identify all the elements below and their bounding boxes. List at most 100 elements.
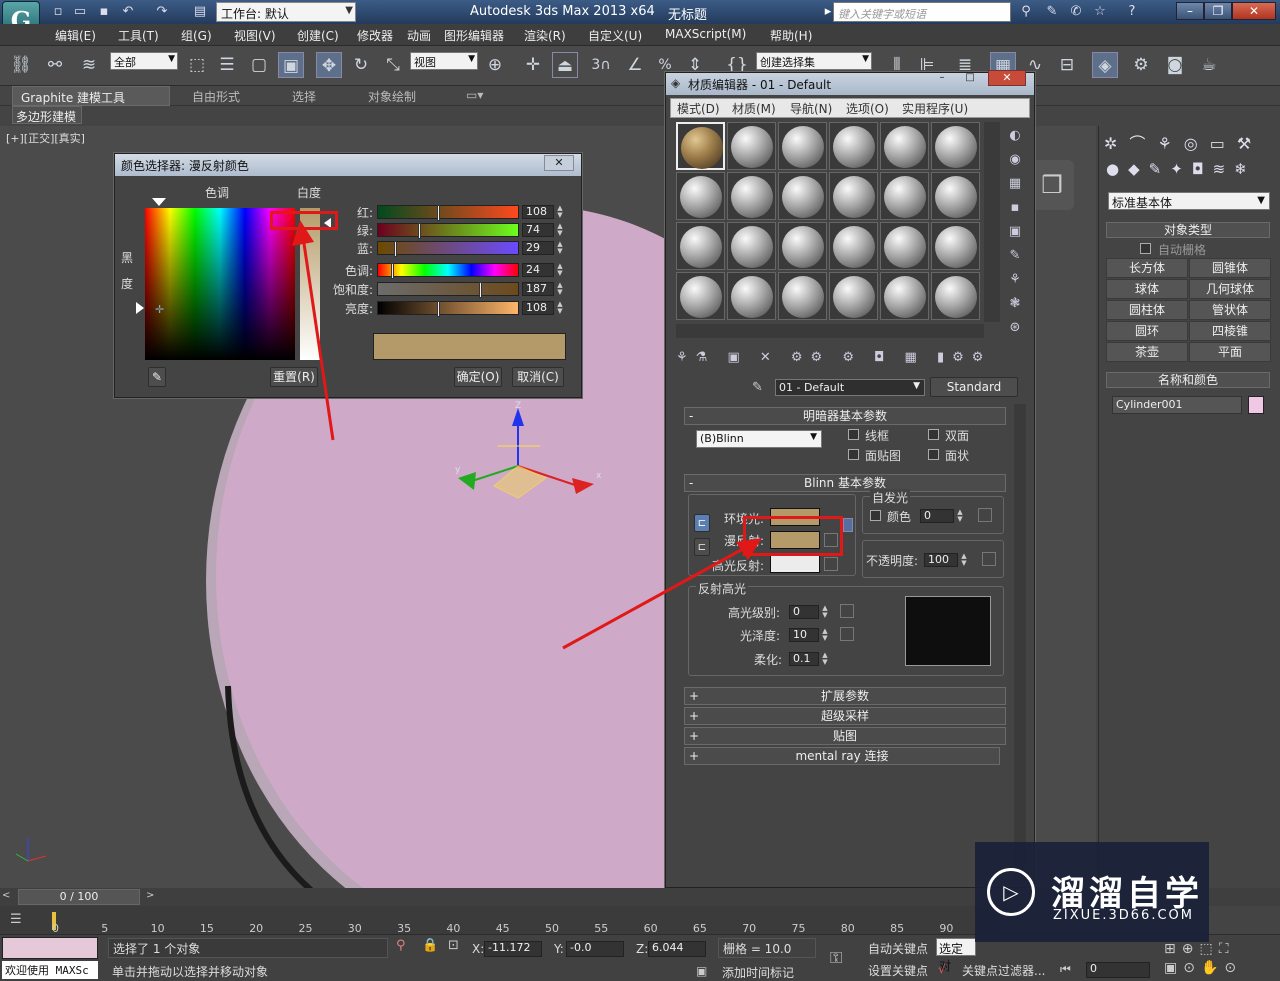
rectangular-selection-icon[interactable]: ▢ [246,52,272,78]
material-sample-slot[interactable] [829,172,878,220]
tab-freeform[interactable]: 自由形式 [184,86,248,106]
soften-spinner[interactable]: 0.1 [789,652,819,666]
material-sample-slot[interactable] [727,122,776,170]
menu-help[interactable]: 帮助(H) [770,27,812,44]
material-sample-slot[interactable] [829,222,878,270]
menu-graph-editors[interactable]: 图形编辑器 [444,27,504,44]
polygon-modeling-panel[interactable]: 多边形建模 [12,106,82,124]
material-editor-maximize[interactable]: □ [958,72,982,86]
material-sample-slot[interactable] [931,172,980,220]
object-color-swatch[interactable] [1248,396,1264,414]
angle-snap-icon[interactable]: ∠ [622,52,648,78]
channel-spin-arrows-hue[interactable]: ▲ ▼ [555,263,565,277]
extended-params-rollout[interactable]: + 扩展参数 [684,687,1006,705]
binoculars-icon[interactable]: ⚲ [1018,4,1034,20]
specular-level-spinner[interactable]: 0 [789,605,819,619]
open-file-icon[interactable]: ▭ [72,4,88,20]
material-sample-slot[interactable] [676,272,725,320]
current-frame-spinner[interactable]: 0 [1086,962,1150,978]
window-crossing-icon[interactable]: ▣ [278,52,304,78]
supersampling-rollout[interactable]: + 超级采样 [684,707,1006,725]
hue-blackness-field[interactable] [145,208,295,360]
channel-spinner-hue[interactable]: 24 [522,263,554,277]
select-move-icon[interactable]: ✥ [316,52,342,78]
material-sample-slot[interactable] [880,122,929,170]
material-name-dropdown[interactable]: 01 - Default ▼ [775,379,925,396]
keyboard-shortcut-override-icon[interactable]: ⏏ [552,52,578,78]
rendered-frame-window-icon[interactable]: ◙ [1162,52,1188,78]
wire-checkbox[interactable] [848,429,859,440]
material-sample-slot[interactable] [676,122,725,170]
self-illum-spin-arrows[interactable]: ▲ ▼ [955,509,965,523]
eyedropper-icon[interactable]: ✎ [148,367,166,387]
z-coord-spinner[interactable]: 6.044 [648,941,706,957]
select-scale-icon[interactable]: ⤡ [380,52,406,78]
workspace-dropdown[interactable]: 工作台: 默认 ▼ [216,2,356,22]
channel-spinner-green[interactable]: 74 [522,223,554,237]
lock-diffuse-specular-icon[interactable]: ⊏ [694,538,710,556]
box-button[interactable]: 长方体 [1106,258,1188,278]
material-sample-slot[interactable] [880,172,929,220]
menu-group[interactable]: 组(G) [181,27,212,44]
material-editor-close[interactable]: ✕ [988,70,1026,86]
material-editor-minimize[interactable]: – [930,72,954,86]
help-icon[interactable]: ? [1124,4,1140,20]
reference-coordinate-dropdown[interactable]: 视图 ▼ [410,52,478,70]
material-sample-slot[interactable] [931,272,980,320]
self-illum-color-checkbox[interactable] [870,510,881,521]
tab-selection[interactable]: 选择 [284,86,324,106]
specular-level-spin-arrows[interactable]: ▲ ▼ [820,605,830,619]
me-menu-modes[interactable]: 模式(D) [677,100,720,117]
viewcube-icon[interactable]: ❒ [1030,160,1074,210]
cancel-button[interactable]: 取消(C) [512,367,564,387]
absolute-mode-icon[interactable]: ⊡ [448,938,459,953]
command-panel-tabs[interactable]: ✲⌒⚘◎▭⚒ [1104,130,1274,153]
whiteness-bar[interactable] [300,208,320,360]
channel-thumb-green[interactable] [418,223,422,239]
channel-spinner-blue[interactable]: 29 [522,241,554,255]
time-prev-icon[interactable]: < [2,890,14,904]
undo-icon[interactable]: ↶ [120,4,136,20]
faceted-checkbox[interactable] [928,449,939,460]
add-time-tag[interactable]: 添加时间标记 [722,964,794,981]
selection-filter-dropdown[interactable]: 全部 ▼ [110,52,178,70]
torus-button[interactable]: 圆环 [1106,321,1188,341]
y-coord-spinner[interactable]: -0.0 [566,941,624,957]
minimize-button[interactable]: – [1176,2,1204,20]
render-production-icon[interactable]: ☕ [1196,52,1222,78]
menu-customize[interactable]: 自定义(U) [588,27,642,44]
menu-modifiers[interactable]: 修改器 [357,27,393,44]
color-picker-close-button[interactable]: ✕ [544,155,574,171]
auto-key-button[interactable]: 自动关键点 [868,940,928,957]
channel-spinner-saturation[interactable]: 187 [522,282,554,296]
material-sample-slot[interactable] [727,172,776,220]
glossiness-map-button[interactable] [840,627,854,641]
sample-slots-hscroll[interactable] [676,324,984,338]
pick-material-eyedropper-icon[interactable]: ✎ [752,380,763,395]
self-illum-spinner[interactable]: 0 [920,509,954,523]
material-params-scrollbar[interactable] [1014,404,1026,882]
plane-button[interactable]: 平面 [1189,342,1271,362]
material-sample-slot[interactable] [880,222,929,270]
channel-thumb-saturation[interactable] [479,282,483,298]
material-editor-icon[interactable]: ◈ [1092,52,1118,78]
go-to-start-icon[interactable]: ⏮ [1060,962,1071,977]
set-key-button[interactable]: 设置关键点 [868,962,928,979]
channel-spinner-value[interactable]: 108 [522,301,554,315]
channel-spin-arrows-green[interactable]: ▲ ▼ [555,223,565,237]
menu-maxscript[interactable]: MAXScript(M) [665,27,746,41]
link-icon[interactable]: ⛓ [8,52,34,78]
new-file-icon[interactable]: ▫ [50,4,66,20]
blackness-marker[interactable] [136,302,144,314]
save-icon[interactable]: ▪ [96,4,112,20]
channel-spin-arrows-blue[interactable]: ▲ ▼ [555,241,565,255]
key-selection-dropdown[interactable]: 选定对 [936,938,976,973]
specular-level-map-button[interactable] [840,604,854,618]
mini-curve-editor-icon[interactable]: ☰ [10,912,22,927]
me-menu-navigation[interactable]: 导航(N) [790,100,832,117]
channel-spinner-red[interactable]: 108 [522,205,554,219]
tab-graphite-modeling[interactable]: Graphite 建模工具 [12,86,170,106]
material-sample-slot[interactable] [778,272,827,320]
schematic-view-icon[interactable]: ⊟ [1054,52,1080,78]
cone-button[interactable]: 圆锥体 [1189,258,1271,278]
